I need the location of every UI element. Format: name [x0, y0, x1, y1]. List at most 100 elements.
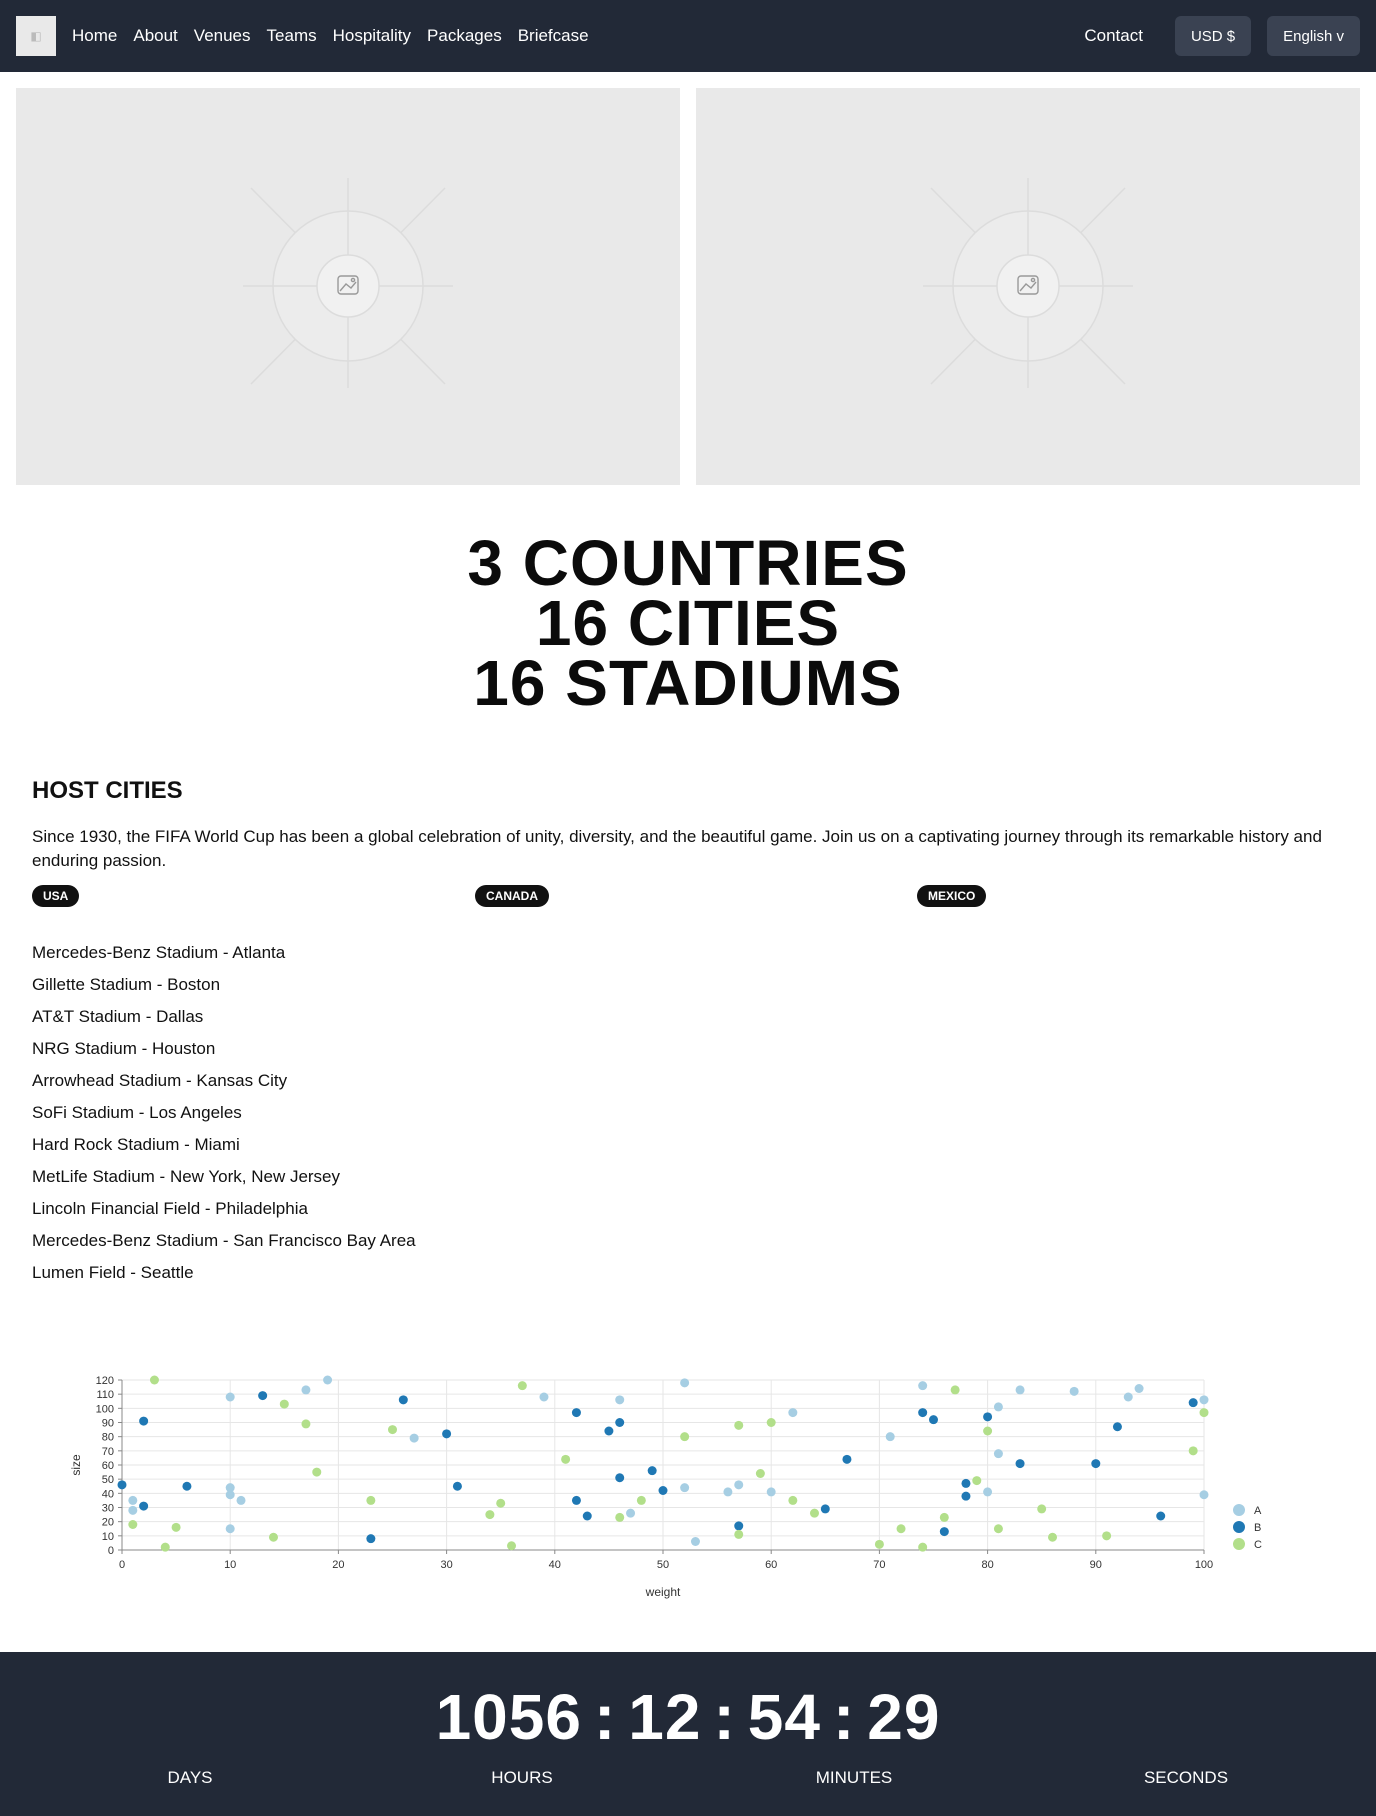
scatter-point-c — [950, 1385, 960, 1395]
page: ◧ Home About Venues Teams Hospitality Pa… — [0, 0, 1376, 1816]
countdown-seconds: 29 — [867, 1681, 941, 1753]
image-placeholder-icon — [243, 178, 453, 388]
scatter-point-a — [993, 1402, 1003, 1412]
scatter-point-b — [117, 1480, 127, 1490]
scatter-point-a — [788, 1408, 798, 1418]
scatter-point-a — [626, 1508, 636, 1518]
scatter-point-c — [1188, 1446, 1198, 1456]
scatter-point-a — [723, 1487, 733, 1497]
scatter-point-c — [312, 1467, 322, 1477]
nav-venues-link[interactable]: Venues — [194, 26, 251, 46]
scatter-point-a — [1069, 1386, 1079, 1396]
image-placeholder-right — [696, 88, 1360, 485]
scatter-point-c — [279, 1399, 289, 1409]
image-placeholder-icon — [923, 178, 1133, 388]
countdown-labels: DAYS HOURS MINUTES SECONDS — [0, 1768, 1376, 1798]
legend-label-b: B — [1254, 1522, 1261, 1534]
list-item: Gillette Stadium - Boston — [32, 975, 221, 994]
scatter-point-c — [766, 1418, 776, 1427]
nav-briefcase-link[interactable]: Briefcase — [518, 26, 589, 46]
headline-stadiums: 16 STADIUMS — [473, 647, 903, 719]
x-tick-label: 0 — [119, 1559, 125, 1571]
main-menu: Home About Venues Teams Hospitality Pack… — [72, 26, 605, 46]
scatter-point-c — [301, 1419, 311, 1429]
scatter-point-c — [1037, 1504, 1047, 1514]
scatter-point-c — [517, 1381, 527, 1391]
tab-mexico[interactable]: MEXICO — [917, 885, 987, 907]
y-tick-label: 20 — [102, 1517, 114, 1529]
scatter-point-b — [615, 1418, 625, 1427]
scatter-point-b — [961, 1478, 971, 1488]
countdown-separator: : — [713, 1681, 736, 1753]
y-tick-label: 60 — [102, 1460, 114, 1472]
nav-packages-link[interactable]: Packages — [427, 26, 502, 46]
scatter-point-a — [1015, 1385, 1025, 1395]
x-tick-label: 30 — [440, 1559, 452, 1571]
language-button[interactable]: English v — [1267, 16, 1360, 56]
scatter-point-c — [388, 1425, 397, 1435]
currency-button[interactable]: USD $ — [1174, 16, 1252, 56]
scatter-point-a — [734, 1480, 744, 1490]
scatter-point-c — [160, 1542, 170, 1552]
scatter-point-a — [225, 1524, 235, 1534]
scatter-point-a — [690, 1537, 700, 1546]
scatter-point-c — [561, 1454, 571, 1464]
scatter-point-b — [983, 1412, 993, 1422]
scatter-point-c — [149, 1375, 159, 1385]
scatter-point-b — [366, 1534, 376, 1544]
scatter-point-c — [809, 1508, 819, 1518]
scatter-point-a — [885, 1432, 895, 1442]
country-tabs: USA CANADA MEXICO — [32, 885, 1344, 907]
x-axis-label: weight — [645, 1585, 681, 1599]
list-item: AT&T Stadium - Dallas — [32, 1007, 204, 1026]
scatter-point-c — [615, 1512, 625, 1522]
y-tick-label: 0 — [108, 1545, 114, 1557]
nav-home-link[interactable]: Home — [72, 26, 117, 46]
scatter-point-a — [680, 1483, 690, 1493]
tab-usa[interactable]: USA — [32, 885, 80, 907]
nav-about-link[interactable]: About — [133, 26, 177, 46]
scatter-point-a — [1134, 1384, 1144, 1393]
y-tick-label: 30 — [102, 1503, 114, 1515]
x-tick-label: 50 — [657, 1559, 669, 1571]
y-tick-label: 50 — [102, 1474, 114, 1486]
scatter-point-a — [409, 1433, 419, 1443]
logo[interactable]: ◧ — [16, 16, 56, 56]
scatter-point-b — [258, 1391, 268, 1401]
scatter-point-c — [636, 1495, 646, 1505]
scatter-point-b — [582, 1511, 592, 1521]
scatter-point-c — [983, 1426, 993, 1436]
scatter-point-b — [182, 1481, 192, 1491]
nav-teams-link[interactable]: Teams — [267, 26, 317, 46]
y-tick-label: 90 — [102, 1418, 114, 1430]
nav-hospitality-link[interactable]: Hospitality — [333, 26, 411, 46]
scatter-point-c — [734, 1529, 744, 1539]
y-tick-label: 120 — [96, 1375, 114, 1387]
contact-link[interactable]: Contact — [1084, 26, 1143, 46]
scatter-point-c — [755, 1469, 765, 1478]
headline: 3 COUNTRIES 16 CITIES 16 STADIUMS — [0, 531, 1376, 719]
x-tick-label: 40 — [549, 1559, 561, 1571]
scatter-point-b — [647, 1466, 657, 1476]
countdown-minutes: 54 — [747, 1681, 821, 1753]
stadium-list: Mercedes-Benz Stadium - Atlanta Gillette… — [32, 937, 1344, 1289]
scatter-point-b — [442, 1429, 452, 1439]
scatter-point-b — [929, 1415, 938, 1425]
y-tick-label: 40 — [102, 1488, 114, 1500]
scatter-point-b — [398, 1395, 408, 1405]
scatter-point-c — [171, 1522, 181, 1532]
tab-canada[interactable]: CANADA — [475, 885, 549, 907]
legend-label-a: A — [1254, 1505, 1262, 1517]
legend-marker-c — [1233, 1538, 1245, 1550]
scatter-point-c — [939, 1512, 949, 1522]
scatter-point-c — [1048, 1532, 1058, 1542]
list-item: Arrowhead Stadium - Kansas City — [32, 1071, 288, 1090]
list-item: SoFi Stadium - Los Angeles — [32, 1103, 242, 1122]
scatter-point-c — [788, 1495, 798, 1505]
scatter-point-b — [1156, 1511, 1166, 1521]
legend-marker-b — [1233, 1521, 1245, 1533]
x-tick-label: 70 — [873, 1559, 885, 1571]
scatter-point-b — [658, 1486, 668, 1495]
list-item: Mercedes-Benz Stadium - San Francisco Ba… — [32, 1231, 416, 1250]
scatter-point-b — [1015, 1459, 1025, 1469]
